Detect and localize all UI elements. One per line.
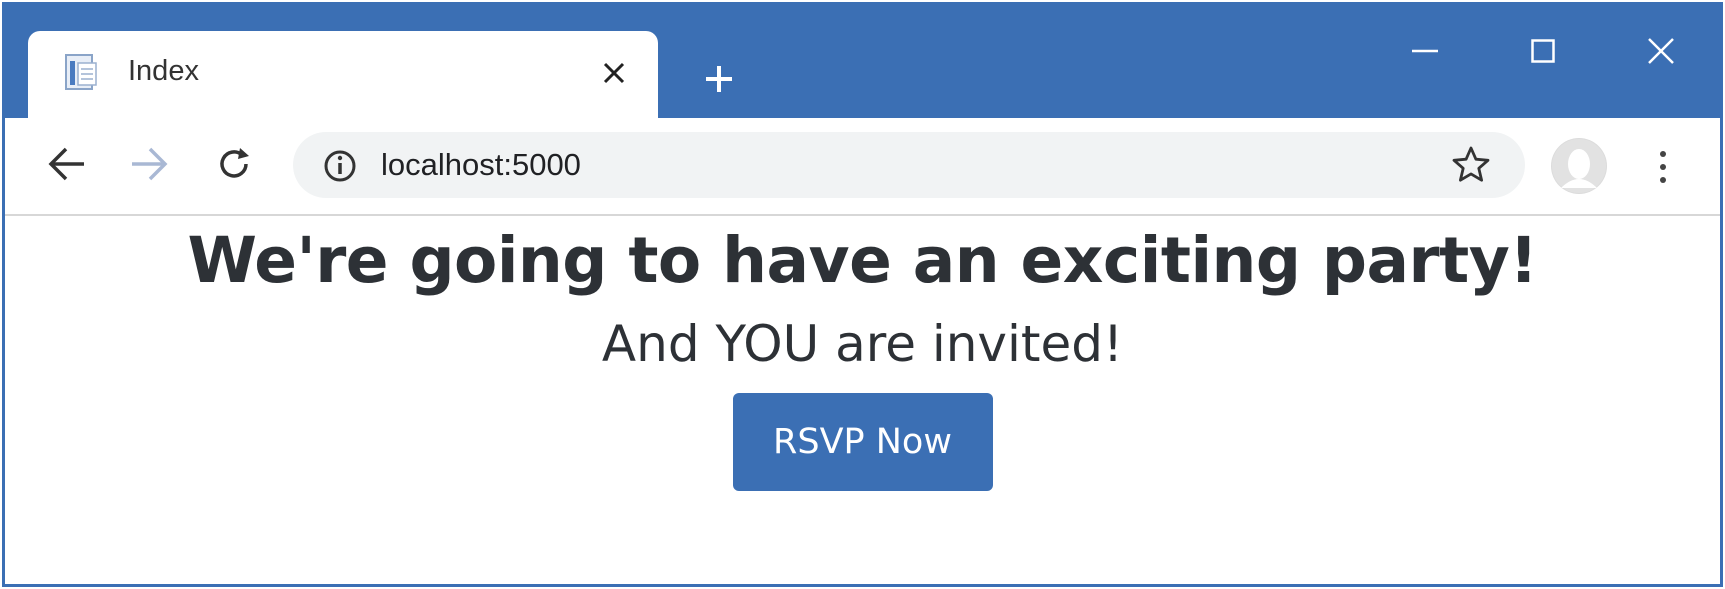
page-subheadline: And YOU are invited!: [601, 315, 1124, 373]
back-button[interactable]: [43, 140, 91, 188]
close-icon: [1648, 38, 1674, 64]
page-headline: We're going to have an exciting party!: [187, 224, 1538, 297]
rsvp-now-button[interactable]: RSVP Now: [732, 393, 993, 491]
profile-avatar-icon: [1552, 139, 1606, 193]
url-text[interactable]: localhost:5000: [381, 147, 581, 183]
back-arrow-icon: [48, 147, 84, 181]
minimize-icon: [1412, 49, 1438, 53]
window-close-button[interactable]: [1631, 29, 1691, 73]
reload-icon: [220, 148, 249, 178]
info-icon[interactable]: [323, 149, 357, 183]
maximize-button[interactable]: [1513, 29, 1573, 73]
title-bar: Index: [5, 5, 1720, 119]
tab-title: Index: [128, 55, 199, 87]
close-icon: [603, 62, 625, 84]
forward-button[interactable]: [125, 140, 173, 188]
page-icon: [65, 54, 97, 90]
tab-close-button[interactable]: [596, 55, 632, 91]
profile-avatar[interactable]: [1551, 138, 1607, 194]
reload-button[interactable]: [210, 140, 258, 188]
browser-toolbar: localhost:5000: [5, 118, 1720, 216]
maximize-icon: [1531, 39, 1555, 63]
browser-window: Index localhost:5000 We're going to have…: [2, 2, 1723, 587]
address-bar[interactable]: localhost:5000: [293, 132, 1525, 198]
kebab-menu-icon[interactable]: [1648, 142, 1678, 192]
forward-arrow-icon: [132, 147, 168, 181]
new-tab-button[interactable]: [697, 57, 741, 101]
plus-icon: [706, 66, 732, 92]
tab-index[interactable]: Index: [28, 31, 658, 119]
star-icon[interactable]: [1451, 145, 1491, 185]
page-content: We're going to have an exciting party! A…: [5, 216, 1720, 584]
minimize-button[interactable]: [1395, 29, 1455, 73]
